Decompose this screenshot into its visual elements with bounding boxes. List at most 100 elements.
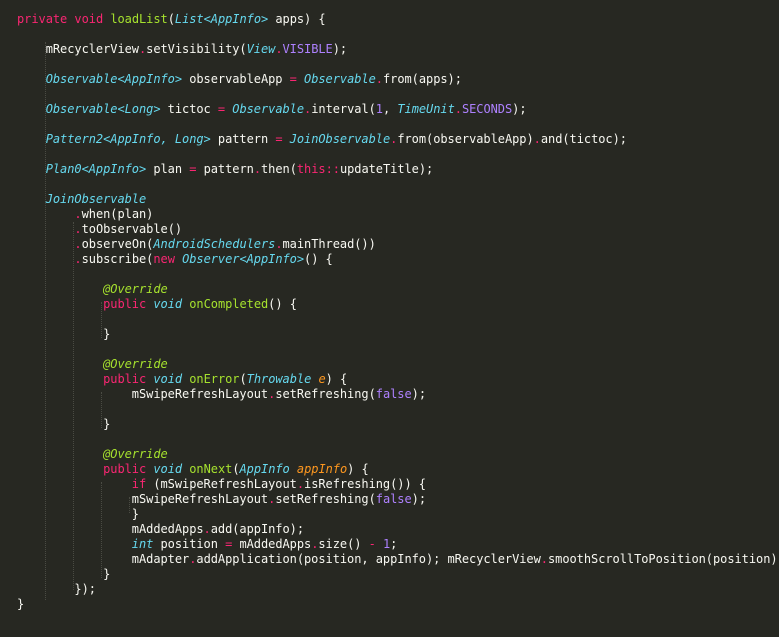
code-token: =: [289, 72, 297, 86]
code-token: );: [411, 492, 426, 506]
code-token: Plan0<AppInfo>: [45, 162, 147, 176]
code-token: .: [74, 237, 82, 251]
code-line: mRecyclerView.setVisibility(View.VISIBLE…: [17, 42, 779, 57]
code-token: JoinObservable: [45, 192, 147, 206]
code-token: Observer<AppInfo>: [182, 252, 305, 266]
code-line: .observeOn(AndroidSchedulers.mainThread(…: [17, 237, 779, 252]
code-token: public: [103, 372, 147, 386]
code-line: Plan0<AppInfo> plan = pattern.then(this:…: [17, 162, 779, 177]
code-token: void: [74, 12, 104, 26]
code-token: );: [512, 102, 527, 116]
code-line: if (mSwipeRefreshLayout.isRefreshing()) …: [17, 477, 779, 492]
code-token: .: [253, 162, 261, 176]
code-token: onCompleted: [189, 297, 269, 311]
code-token: JoinObservable: [289, 132, 391, 146]
code-token: position: [153, 537, 226, 551]
code-token: toObservable(): [81, 222, 183, 236]
code-token: }: [17, 327, 111, 341]
code-token: ) {: [347, 462, 369, 476]
code-token: private: [17, 12, 68, 26]
code-line: @Override: [17, 357, 779, 372]
code-token: apps) {: [268, 12, 326, 26]
code-line: JoinObservable: [17, 192, 779, 207]
code-token: tictoc: [160, 102, 218, 116]
code-token: Observable<AppInfo>: [45, 72, 183, 86]
code-token: Pattern2<AppInfo, Long>: [45, 132, 211, 146]
code-token: TimeUnit: [397, 102, 455, 116]
code-token: setRefreshing(: [275, 492, 376, 506]
code-line: private void loadList(List<AppInfo> apps…: [17, 12, 779, 27]
code-token: AppInfo: [239, 462, 290, 476]
code-token: e: [318, 372, 326, 386]
code-token: mAddedApps: [17, 522, 204, 536]
code-token: if: [131, 477, 147, 491]
code-line: @Override: [17, 282, 779, 297]
code-token: addApplication(position, appInfo); mRecy…: [196, 552, 541, 566]
code-token: AndroidSchedulers: [153, 237, 276, 251]
code-token: Observable: [304, 72, 376, 86]
code-line: mSwipeRefreshLayout.setRefreshing(false)…: [17, 492, 779, 507]
code-token: () {: [304, 252, 333, 266]
code-token: ,: [382, 102, 398, 116]
code-token: plan: [146, 162, 190, 176]
code-token: observeOn(: [81, 237, 154, 251]
code-line: public void onError(Throwable e) {: [17, 372, 779, 387]
code-token: Observable<Long>: [45, 102, 161, 116]
code-token: ::: [325, 162, 340, 176]
code-block[interactable]: private void loadList(List<AppInfo> apps…: [17, 12, 779, 612]
code-token: updateTitle);: [339, 162, 434, 176]
code-line: public void onNext(AppInfo appInfo) {: [17, 462, 779, 477]
code-token: false: [375, 387, 412, 401]
code-token: );: [332, 42, 348, 56]
code-line: }: [17, 507, 779, 522]
code-line: .subscribe(new Observer<AppInfo>() {: [17, 252, 779, 267]
code-line: mSwipeRefreshLayout.setRefreshing(false)…: [17, 387, 779, 402]
code-line: mAdapter.addApplication(position, appInf…: [17, 552, 779, 567]
code-token: void: [153, 297, 183, 311]
code-token: mAdapter: [17, 552, 190, 566]
code-token: -: [368, 537, 376, 551]
code-token: .: [275, 42, 283, 56]
code-token: });: [17, 582, 96, 596]
code-token: mAddedApps: [232, 537, 312, 551]
code-token: isRefreshing()) {: [304, 477, 426, 491]
code-token: add(appInfo);: [210, 522, 305, 536]
code-token: .: [540, 552, 548, 566]
code-token: void: [153, 462, 183, 476]
code-token: (: [232, 462, 240, 476]
code-token: List<AppInfo>: [174, 12, 269, 26]
code-token: public: [103, 462, 147, 476]
code-token: ;: [390, 537, 398, 551]
code-token: interval(: [311, 102, 376, 116]
code-token: mSwipeRefreshLayout: [17, 492, 269, 506]
code-token: @Override: [103, 357, 168, 371]
code-token: smoothScrollToPosition(position);: [547, 552, 779, 566]
code-token: size(): [318, 537, 369, 551]
code-token: appInfo: [296, 462, 348, 476]
code-token: Throwable: [246, 372, 312, 386]
code-token: false: [375, 492, 412, 506]
code-editor[interactable]: private void loadList(List<AppInfo> apps…: [0, 0, 779, 637]
code-token: (mSwipeRefreshLayout: [146, 477, 297, 491]
code-line: Observable<Long> tictoc = Observable.int…: [17, 102, 779, 117]
code-line: @Override: [17, 447, 779, 462]
code-token: View: [246, 42, 276, 56]
code-token: from(apps);: [382, 72, 462, 86]
code-token: }: [17, 567, 111, 581]
code-token: (: [239, 372, 247, 386]
